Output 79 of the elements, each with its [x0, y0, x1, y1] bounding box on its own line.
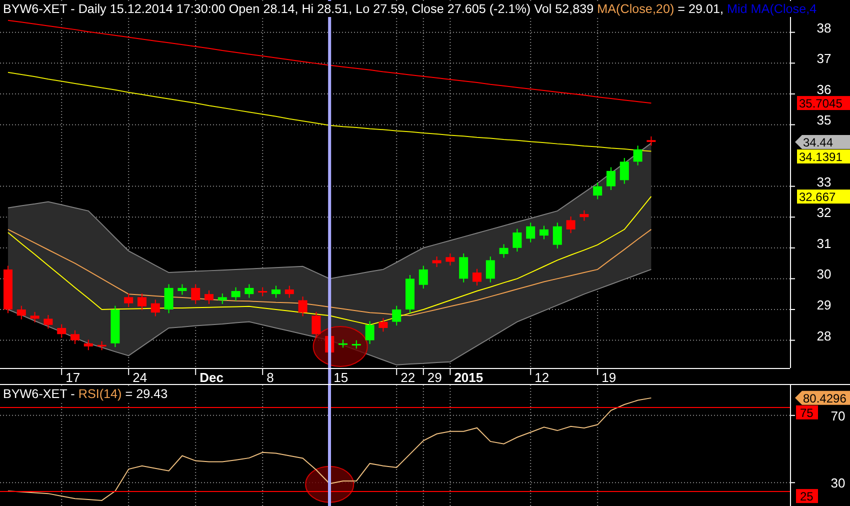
candlestick	[646, 136, 656, 146]
candlestick	[57, 324, 66, 338]
axis-label: 29	[816, 298, 832, 312]
axis-label: Dec	[200, 370, 224, 385]
candlestick	[124, 292, 134, 308]
candlestick	[365, 320, 374, 344]
candlestick	[298, 296, 308, 317]
candlestick	[70, 330, 80, 344]
candlestick	[244, 284, 254, 298]
candlestick	[606, 166, 616, 190]
axis-label: 29	[427, 370, 442, 385]
axis-label: 30	[830, 476, 846, 491]
candlestick	[338, 339, 348, 348]
candlestick	[150, 299, 160, 317]
value-label: 80.4296	[795, 390, 850, 406]
level-label: 25	[796, 489, 818, 504]
candlestick	[392, 305, 402, 326]
candlestick	[164, 284, 174, 314]
candlestick	[540, 225, 548, 240]
chart-legend: BYW6-XET - RSI(14) = 29.43	[3, 386, 170, 402]
candlestick	[352, 340, 361, 350]
candlestick	[138, 292, 146, 311]
candlestick	[580, 210, 589, 222]
axis-label: 35	[816, 112, 832, 128]
candlestick	[406, 274, 414, 314]
chart-legend: BYW6-XET - Daily 15.12.2014 17:30:00 Open 28.14, Hi 28.51, Lo 27.59, Close 27.605 (-2.1%) Vol 52,839 MA(Close,20) = 29.01, Mid MA(Close,4	[3, 1, 819, 17]
candlestick	[418, 265, 428, 290]
axis-label: 32	[816, 205, 832, 220]
axis-label: 38	[816, 20, 832, 36]
candlestick	[446, 252, 455, 266]
value-label: 35.7045	[797, 96, 850, 111]
axis-label: 37	[816, 51, 832, 66]
axis-label: 15	[334, 370, 348, 385]
candlestick	[284, 285, 294, 298]
candlestick	[486, 256, 495, 283]
axis-label: 36	[816, 82, 832, 97]
candlestick	[30, 311, 40, 323]
candlestick	[16, 305, 26, 320]
candlestick	[97, 340, 106, 351]
axis-label: 8	[266, 370, 274, 385]
axis-label: 19	[602, 370, 616, 385]
axis-label: 2015	[454, 370, 484, 385]
candlestick	[110, 305, 120, 348]
axis-label: 17	[66, 370, 80, 385]
candlestick	[218, 292, 227, 304]
candlestick	[204, 290, 214, 304]
candlestick	[231, 286, 240, 302]
axis-label: 70	[830, 408, 846, 424]
candlestick	[191, 284, 200, 304]
level-label: 75	[796, 405, 818, 420]
candlestick	[512, 228, 522, 252]
candlestick	[566, 216, 576, 234]
candlestick	[432, 256, 442, 268]
candlestick	[312, 311, 321, 338]
candlestick	[633, 145, 642, 166]
candlestick	[258, 286, 268, 297]
candlestick	[472, 268, 482, 286]
candlestick	[552, 222, 562, 250]
candlestick	[620, 157, 629, 184]
value-label: 34.1391	[797, 149, 850, 164]
candlestick	[378, 318, 388, 332]
axis-label: 31	[816, 236, 832, 251]
candlestick	[272, 285, 280, 298]
candlestick	[44, 314, 53, 330]
candlestick	[499, 244, 508, 258]
axis-label: 12	[534, 370, 550, 385]
candlestick	[526, 222, 536, 243]
axis-label: 33	[816, 174, 832, 190]
axis-label: 28	[816, 328, 832, 344]
candlestick	[4, 265, 12, 314]
axis-label: 30	[816, 266, 832, 282]
candlestick	[459, 252, 468, 283]
value-label: 32.667	[797, 190, 850, 204]
candlestick	[593, 182, 602, 200]
candlestick	[178, 284, 187, 296]
value-label: 34.44	[795, 134, 850, 150]
axis-label: 22	[400, 370, 416, 385]
axis-label: 24	[132, 370, 148, 385]
candlestick	[84, 339, 93, 351]
